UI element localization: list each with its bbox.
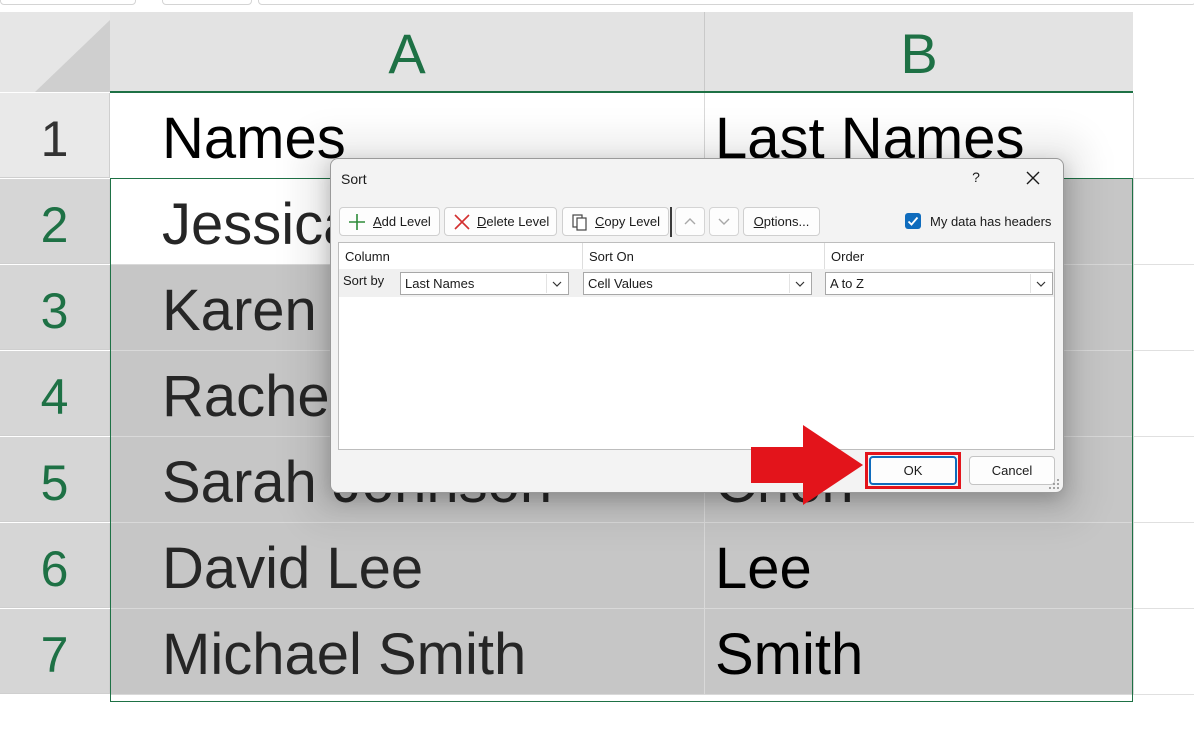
column-heading: Column [339, 243, 583, 269]
sort-dialog: Sort ? Add Level Delete Level Copy Level [330, 158, 1064, 493]
my-data-has-headers-checkbox[interactable] [905, 213, 921, 229]
chevron-down-icon [795, 281, 805, 287]
sort-by-label: Sort by [343, 273, 385, 288]
row-header-5[interactable]: 5 [0, 437, 110, 522]
checkmark-icon [907, 216, 919, 226]
copy-level-accesskey: C [595, 214, 605, 229]
options-button[interactable]: Options... [743, 207, 820, 236]
copy-level-button[interactable]: Copy Level [562, 207, 669, 236]
gridline [1134, 178, 1194, 179]
add-level-label: dd Level [381, 214, 431, 229]
gridline [1134, 436, 1194, 437]
order-select[interactable]: A to Z [825, 272, 1053, 295]
order-heading: Order [831, 249, 865, 264]
delete-level-button[interactable]: Delete Level [444, 207, 557, 236]
sort-column-select[interactable]: Last Names [400, 272, 569, 295]
my-data-has-headers-label[interactable]: My data has headers [930, 214, 1051, 229]
chevron-up-icon [684, 218, 696, 225]
sort-on-heading: Sort On [583, 243, 825, 269]
cell-b7[interactable]: Smith [705, 609, 1134, 695]
sort-levels-list[interactable]: Column Sort On Order Sort by Last Names … [338, 242, 1055, 450]
copy-icon [572, 214, 587, 231]
gridline [1134, 608, 1194, 609]
sort-column-value: Last Names [405, 276, 475, 291]
options-accesskey: O [753, 214, 764, 229]
move-up-button[interactable] [675, 207, 705, 236]
gridline [1134, 350, 1194, 351]
red-arrow-icon [751, 425, 863, 505]
dialog-title: Sort [341, 171, 367, 187]
row-header-1[interactable]: 1 [0, 93, 110, 178]
cancel-button[interactable]: Cancel [969, 456, 1055, 485]
close-button[interactable] [1021, 167, 1045, 189]
column-header-b[interactable]: B [705, 12, 1134, 92]
row-header-2[interactable]: 2 [0, 179, 110, 264]
gridline [1134, 522, 1194, 523]
row-header-7[interactable]: 7 [0, 609, 110, 694]
chevron-down-icon [552, 281, 562, 287]
delete-level-accesskey: D [477, 214, 487, 229]
sort-on-value: Cell Values [588, 276, 653, 291]
column-header-c[interactable] [1133, 12, 1194, 92]
add-level-button[interactable]: Add Level [339, 207, 440, 236]
formula-input[interactable] [258, 0, 1194, 5]
gridline [1134, 264, 1194, 265]
sort-on-select[interactable]: Cell Values [583, 272, 812, 295]
resize-grip-icon[interactable] [1048, 478, 1060, 490]
cell-b6[interactable]: Lee [705, 523, 1134, 609]
close-icon [1026, 171, 1040, 185]
help-button[interactable]: ? [971, 169, 981, 185]
order-value: A to Z [830, 276, 864, 291]
delete-x-icon [454, 214, 470, 230]
name-box[interactable] [0, 0, 136, 5]
column-c-cells[interactable] [1134, 93, 1194, 702]
options-label: ptions... [763, 214, 810, 229]
row-header-4[interactable]: 4 [0, 351, 110, 436]
move-down-button[interactable] [709, 207, 739, 236]
row-header-3[interactable]: 3 [0, 265, 110, 350]
formula-controls[interactable] [162, 0, 252, 5]
chevron-down-icon [1036, 281, 1046, 287]
sort-level-row[interactable]: Sort by Last Names Cell Values A to Z [339, 269, 1054, 297]
select-all-corner[interactable] [0, 12, 111, 92]
formula-bar-edge [0, 0, 1194, 12]
chevron-down-icon [718, 218, 730, 225]
toolbar-separator [670, 207, 672, 237]
add-level-accesskey: A [373, 214, 382, 229]
ok-button[interactable]: OK [869, 456, 957, 485]
cell-a6[interactable]: David Lee [110, 523, 705, 609]
column-header-a[interactable]: A [110, 12, 705, 92]
copy-level-label: opy Level [604, 214, 661, 229]
row-header-6[interactable]: 6 [0, 523, 110, 608]
delete-level-label: elete Level [486, 214, 550, 229]
cell-a7[interactable]: Michael Smith [110, 609, 705, 695]
gridline [1134, 694, 1194, 695]
plus-icon [349, 214, 365, 230]
